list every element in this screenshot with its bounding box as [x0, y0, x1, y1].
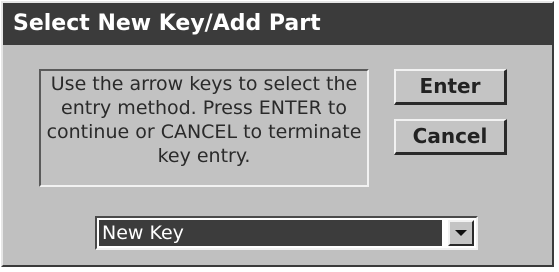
dialog-title: Select New Key/Add Part [3, 3, 552, 45]
select-new-key-dialog: Select New Key/Add Part Use the arrow ke… [1, 1, 554, 267]
chevron-down-icon [455, 230, 467, 236]
instruction-message-box: Use the arrow keys to select the entry m… [39, 69, 369, 187]
entry-method-dropdown[interactable]: New Key [95, 216, 478, 250]
entry-method-selected-value[interactable]: New Key [99, 220, 442, 246]
enter-button[interactable]: Enter [394, 69, 507, 105]
cancel-button[interactable]: Cancel [394, 119, 507, 155]
dropdown-arrow-button[interactable] [448, 220, 474, 246]
instruction-text: Use the arrow keys to select the entry m… [46, 73, 362, 167]
